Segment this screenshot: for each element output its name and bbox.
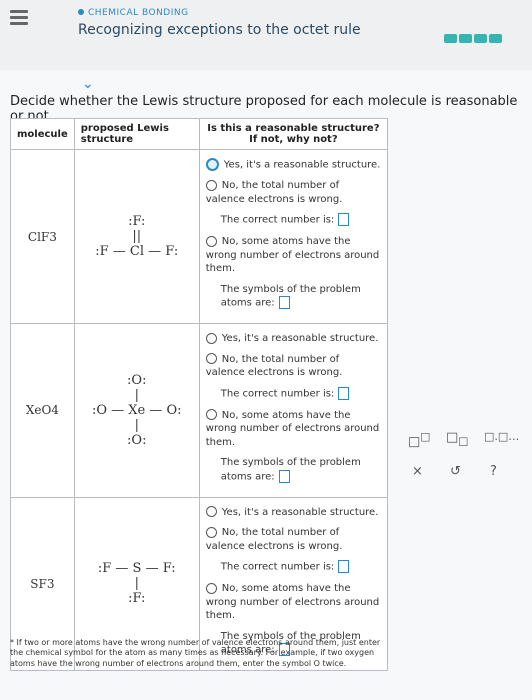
- radio-icon[interactable]: [205, 582, 217, 594]
- option-yes[interactable]: Yes, it's a reasonable structure.: [205, 332, 381, 346]
- radio-icon[interactable]: [205, 179, 217, 191]
- correct-number-input[interactable]: [338, 386, 350, 400]
- header-reasonable: Is this a reasonable structure? If not, …: [198, 118, 389, 150]
- option-atoms-wrong[interactable]: No, some atoms have the wrong number of …: [205, 409, 381, 450]
- content: ⌄ Decide whether the Lewis structure pro…: [0, 70, 532, 700]
- undo-icon[interactable]: ↺: [450, 464, 461, 479]
- table-row: XeO4 :O: | :O — Xe — O: | :O: Yes, it's …: [10, 323, 389, 498]
- topic-dot-icon: [78, 9, 84, 15]
- correct-number-input[interactable]: [338, 560, 350, 573]
- menu-icon[interactable]: [10, 10, 28, 26]
- radio-icon[interactable]: [205, 353, 217, 364]
- lewis-structure: :O: | :O — Xe — O: | :O:: [73, 323, 200, 498]
- radio-icon[interactable]: [205, 506, 217, 517]
- progress-bar: [444, 28, 518, 43]
- answer-cell: Yes, it's a reasonable structure. No, th…: [198, 323, 389, 498]
- superscript-box-icon[interactable]: □□: [408, 430, 431, 449]
- topic-label: CHEMICAL BONDING: [78, 8, 189, 18]
- problem-atoms-input[interactable]: [278, 296, 290, 309]
- correct-number-input[interactable]: [338, 213, 350, 226]
- option-yes[interactable]: Yes, it's a reasonable structure.: [205, 506, 381, 520]
- option-valence-wrong[interactable]: No, the total number of valence electron…: [205, 353, 381, 380]
- problem-atoms-input[interactable]: [278, 469, 290, 483]
- problem-atoms-row: The symbols of the problem atoms are:: [220, 283, 361, 309]
- answer-cell: Yes, it's a reasonable structure. No, th…: [198, 149, 389, 324]
- close-icon[interactable]: ×: [412, 464, 423, 479]
- molecule-cell: ClF3: [10, 149, 75, 324]
- table-row: ClF3 :F: || :F — Cl — F: Yes, it's a rea…: [10, 149, 389, 324]
- box-dots-icon[interactable]: □.□…: [484, 430, 519, 443]
- page-title: Recognizing exceptions to the octet rule: [78, 22, 361, 38]
- option-valence-wrong[interactable]: No, the total number of valence electron…: [205, 179, 381, 206]
- header-lewis: proposed Lewis structure: [73, 118, 200, 150]
- radio-icon[interactable]: [205, 409, 217, 420]
- chevron-down-icon[interactable]: ⌄: [82, 76, 94, 92]
- subscript-box-icon[interactable]: □□: [446, 430, 469, 448]
- option-atoms-wrong[interactable]: No, some atoms have the wrong number of …: [205, 582, 381, 623]
- lewis-structure: :F: || :F — Cl — F:: [73, 149, 200, 324]
- option-atoms-wrong[interactable]: No, some atoms have the wrong number of …: [205, 235, 381, 276]
- problem-atoms-row: The symbols of the problem atoms are:: [220, 457, 361, 483]
- correct-number-row: The correct number is:: [221, 386, 381, 401]
- topic-text: CHEMICAL BONDING: [88, 8, 189, 18]
- help-icon[interactable]: ?: [490, 464, 497, 479]
- option-yes[interactable]: Yes, it's a reasonable structure.: [205, 158, 381, 172]
- correct-number-row: The correct number is:: [221, 213, 381, 227]
- radio-icon[interactable]: [205, 526, 217, 538]
- molecule-cell: XeO4: [10, 323, 75, 498]
- correct-number-row: The correct number is:: [221, 560, 381, 574]
- question-table: molecule proposed Lewis structure Is thi…: [10, 118, 389, 671]
- option-valence-wrong[interactable]: No, the total number of valence electron…: [205, 526, 381, 553]
- radio-icon[interactable]: [205, 332, 217, 344]
- radio-icon[interactable]: [205, 235, 217, 247]
- footnote: * If two or more atoms have the wrong nu…: [10, 638, 381, 668]
- radio-icon[interactable]: [205, 158, 219, 171]
- header: CHEMICAL BONDING Recognizing exceptions …: [0, 0, 532, 70]
- header-molecule: molecule: [10, 118, 75, 150]
